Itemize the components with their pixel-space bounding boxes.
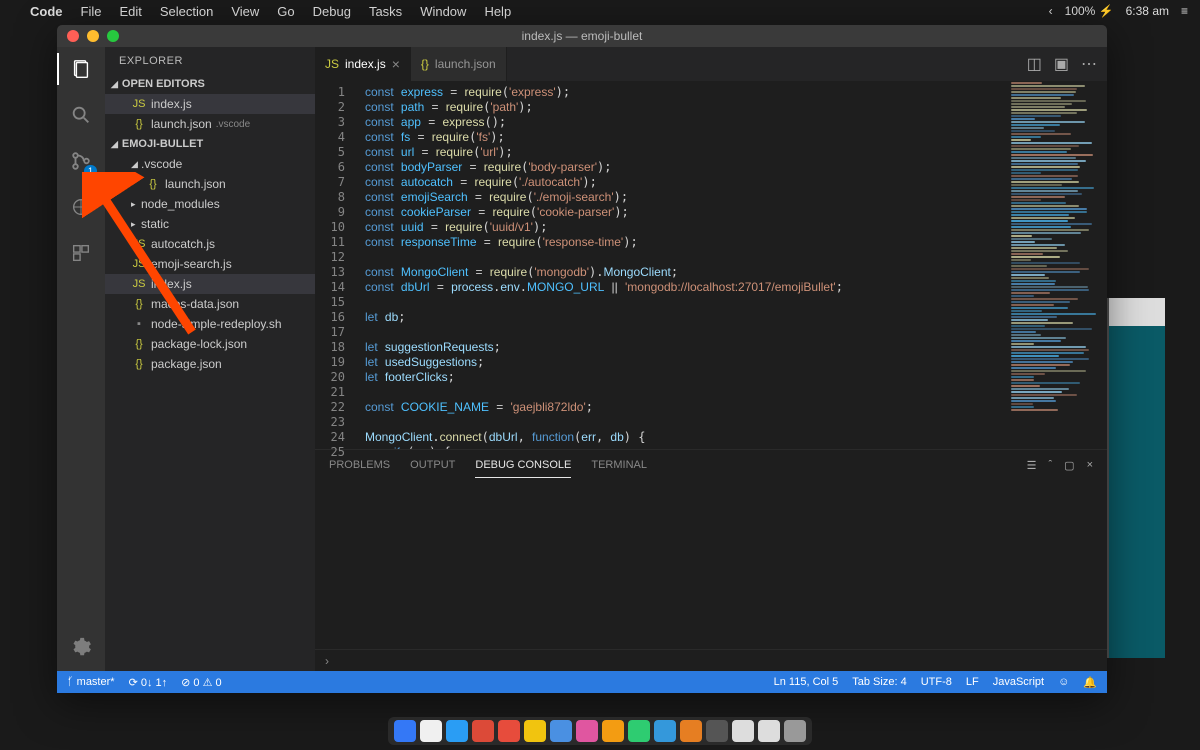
panel-collapse-icon[interactable]: ˆ <box>1048 459 1052 472</box>
status-bell-icon[interactable]: 🔔 <box>1083 676 1097 689</box>
tab-index-js[interactable]: JSindex.js× <box>315 47 411 81</box>
status-language[interactable]: JavaScript <box>993 676 1044 688</box>
status-problems[interactable]: ⊘ 0 ⚠ 0 <box>181 676 221 689</box>
status-encoding[interactable]: UTF-8 <box>921 676 952 688</box>
dock-app-icon[interactable] <box>628 720 650 742</box>
line-gutter: 1234567891011121314151617181920212223242… <box>315 81 359 449</box>
settings-gear-icon[interactable] <box>67 633 95 661</box>
dock-app-icon[interactable] <box>394 720 416 742</box>
panel-tab-debug-console[interactable]: DEBUG CONSOLE <box>475 453 571 478</box>
status-bar: ᚶ master* ⟳ 0↓ 1↑ ⊘ 0 ⚠ 0 Ln 115, Col 5 … <box>57 671 1107 693</box>
source-control-icon[interactable]: 1 <box>67 147 95 175</box>
macos-menubar: Code File Edit Selection View Go Debug T… <box>0 0 1200 22</box>
file-item[interactable]: JSindex.js <box>105 274 315 294</box>
bottom-panel: PROBLEMS OUTPUT DEBUG CONSOLE TERMINAL ☰… <box>315 449 1107 649</box>
dock-app-icon[interactable] <box>732 720 754 742</box>
code-content[interactable]: const express = require('express'); cons… <box>359 81 1007 449</box>
scm-badge: 1 <box>84 165 97 177</box>
dock-app-icon[interactable] <box>524 720 546 742</box>
explorer-icon[interactable] <box>67 55 95 83</box>
panel-tab-terminal[interactable]: TERMINAL <box>591 453 647 477</box>
macos-dock[interactable] <box>388 717 812 745</box>
close-icon[interactable]: × <box>392 56 400 72</box>
menu-tasks[interactable]: Tasks <box>369 4 402 19</box>
file-item[interactable]: ▪node-simple-redeploy.sh <box>105 314 315 334</box>
window-maximize-icon[interactable] <box>107 30 119 42</box>
menu-edit[interactable]: Edit <box>119 4 141 19</box>
debug-icon[interactable] <box>67 193 95 221</box>
menu-debug[interactable]: Debug <box>313 4 351 19</box>
extensions-icon[interactable] <box>67 239 95 267</box>
minimap[interactable] <box>1007 81 1107 449</box>
folder-item[interactable]: ◢ .vscode <box>105 154 315 174</box>
background-window <box>1107 298 1165 658</box>
battery-status[interactable]: 100% ⚡ <box>1065 4 1114 18</box>
menu-extra-icon[interactable]: ≡ <box>1181 4 1188 18</box>
panel-filter-icon[interactable]: ☰ <box>1027 459 1037 472</box>
status-branch[interactable]: ᚶ master* <box>67 676 115 688</box>
dock-app-icon[interactable] <box>602 720 624 742</box>
toggle-layout-icon[interactable]: ▣ <box>1054 54 1069 74</box>
open-editor-item[interactable]: JSindex.js <box>105 94 315 114</box>
status-feedback-icon[interactable]: ☺ <box>1058 676 1069 688</box>
dock-app-icon[interactable] <box>680 720 702 742</box>
menu-window[interactable]: Window <box>420 4 466 19</box>
file-item[interactable]: {}package-lock.json <box>105 334 315 354</box>
dock-app-icon[interactable] <box>498 720 520 742</box>
editor-tabs: JSindex.js× {}launch.json ◫ ▣ ⋯ <box>315 47 1107 81</box>
code-editor[interactable]: 1234567891011121314151617181920212223242… <box>315 81 1107 449</box>
clock[interactable]: 6:38 am <box>1126 4 1169 18</box>
dock-app-icon[interactable] <box>550 720 572 742</box>
activity-bar: 1 <box>57 47 105 671</box>
menu-selection[interactable]: Selection <box>160 4 213 19</box>
explorer-sidebar: EXPLORER ◢OPEN EDITORS JSindex.js{}launc… <box>105 47 315 671</box>
open-editor-item[interactable]: {}launch.json.vscode <box>105 114 315 134</box>
more-actions-icon[interactable]: ⋯ <box>1081 54 1097 74</box>
vscode-window: index.js — emoji-bullet 1 EXPLORER ◢OPEN… <box>57 25 1107 693</box>
project-header[interactable]: ◢EMOJI-BULLET <box>105 135 315 153</box>
menu-file[interactable]: File <box>81 4 102 19</box>
window-title: index.js — emoji-bullet <box>57 29 1107 43</box>
file-item[interactable]: {}launch.json <box>105 174 315 194</box>
app-menu[interactable]: Code <box>30 4 63 19</box>
window-titlebar[interactable]: index.js — emoji-bullet <box>57 25 1107 47</box>
dock-app-icon[interactable] <box>576 720 598 742</box>
dock-app-icon[interactable] <box>654 720 676 742</box>
file-item[interactable]: {}macos-data.json <box>105 294 315 314</box>
panel-close-icon[interactable]: × <box>1087 459 1093 472</box>
window-close-icon[interactable] <box>67 30 79 42</box>
editor-group: JSindex.js× {}launch.json ◫ ▣ ⋯ 12345678… <box>315 47 1107 671</box>
dock-app-icon[interactable] <box>706 720 728 742</box>
dock-app-icon[interactable] <box>472 720 494 742</box>
debug-console-body[interactable] <box>315 480 1107 649</box>
file-item[interactable]: JSemoji-search.js <box>105 254 315 274</box>
panel-tab-output[interactable]: OUTPUT <box>410 453 455 477</box>
file-item[interactable]: {}package.json <box>105 354 315 374</box>
open-editors-header[interactable]: ◢OPEN EDITORS <box>105 75 315 93</box>
menu-view[interactable]: View <box>231 4 259 19</box>
split-editor-icon[interactable]: ◫ <box>1027 54 1042 74</box>
dock-app-icon[interactable] <box>758 720 780 742</box>
search-icon[interactable] <box>67 101 95 129</box>
dock-app-icon[interactable] <box>420 720 442 742</box>
status-indent[interactable]: Tab Size: 4 <box>852 676 906 688</box>
tab-launch-json[interactable]: {}launch.json <box>411 47 507 81</box>
menu-help[interactable]: Help <box>484 4 511 19</box>
panel-maximize-icon[interactable]: ▢ <box>1064 459 1074 472</box>
window-minimize-icon[interactable] <box>87 30 99 42</box>
folder-item[interactable]: ▸ static <box>105 214 315 234</box>
breadcrumb-bar[interactable]: › <box>315 649 1107 671</box>
dock-app-icon[interactable] <box>446 720 468 742</box>
status-cursor-pos[interactable]: Ln 115, Col 5 <box>774 676 839 688</box>
status-sync[interactable]: ⟳ 0↓ 1↑ <box>129 676 168 689</box>
dock-app-icon[interactable] <box>784 720 806 742</box>
sidebar-title: EXPLORER <box>105 47 315 75</box>
input-menu-icon[interactable]: ‹ <box>1049 4 1053 18</box>
file-item[interactable]: JSautocatch.js <box>105 234 315 254</box>
folder-item[interactable]: ▸ node_modules <box>105 194 315 214</box>
status-eol[interactable]: LF <box>966 676 979 688</box>
menu-go[interactable]: Go <box>277 4 294 19</box>
